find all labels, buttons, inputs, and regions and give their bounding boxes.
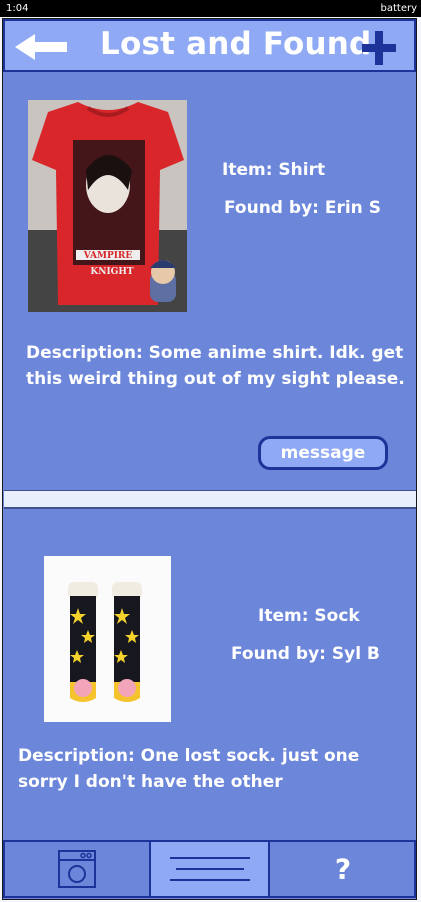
status-time: 1:04 — [6, 3, 29, 14]
item-photo-sock — [44, 556, 171, 722]
item-name: Item: Sock — [258, 606, 360, 626]
item-description: Description: Some anime shirt. Idk. get … — [26, 343, 405, 389]
lost-item-card: Item: Sock Found by: Syl B Description: … — [4, 508, 416, 840]
arrow-left-icon — [15, 34, 67, 60]
app-header: Lost and Found — [3, 19, 416, 72]
tab-laundry[interactable] — [5, 842, 151, 896]
battery-indicator: battery — [380, 3, 418, 14]
svg-text:KNIGHT: KNIGHT — [90, 267, 133, 277]
washing-machine-icon — [58, 850, 96, 888]
status-bar: 1:04 battery — [0, 0, 421, 17]
item-description: Description: One lost sock. just one sor… — [18, 746, 360, 792]
found-by: Found by: Erin S — [224, 198, 381, 218]
add-item-button[interactable] — [362, 31, 396, 65]
menu-lines-icon — [169, 857, 250, 881]
message-button[interactable]: message — [258, 436, 388, 470]
tab-help[interactable]: ? — [270, 842, 416, 896]
plus-icon — [362, 31, 396, 65]
item-name: Item: Shirt — [222, 160, 326, 180]
lost-item-card: VAMPIRE KNIGHT Item: Shirt Found by: Eri… — [4, 74, 416, 490]
card-divider — [4, 490, 416, 508]
tab-list[interactable] — [151, 842, 270, 896]
svg-text:VAMPIRE: VAMPIRE — [83, 251, 133, 261]
shirt-photo: VAMPIRE KNIGHT — [28, 100, 187, 312]
sock-photo — [44, 556, 171, 722]
back-button[interactable] — [15, 32, 71, 62]
page-title: Lost and Found — [100, 26, 372, 62]
bottom-nav: ? — [3, 840, 416, 898]
item-photo-shirt: VAMPIRE KNIGHT — [28, 100, 187, 312]
help-icon: ? — [334, 852, 352, 886]
found-by: Found by: Syl B — [231, 644, 380, 664]
